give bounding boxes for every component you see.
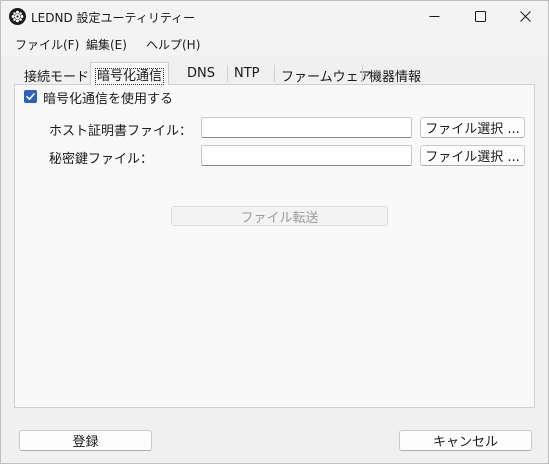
tab-encryption[interactable]: 暗号化通信 <box>90 62 170 85</box>
app-gear-icon <box>9 8 26 25</box>
tab-label: NTP <box>234 66 260 81</box>
checkmark-icon <box>26 93 35 100</box>
menu-help[interactable]: ヘルプ(H) <box>146 36 200 53</box>
host-cert-label: ホスト証明書ファイル： <box>49 124 193 139</box>
tab-connection-mode[interactable]: 接続モード <box>18 63 95 85</box>
tab-label: 暗号化通信 <box>94 68 165 85</box>
cancel-button[interactable]: キャンセル <box>399 430 532 451</box>
close-icon <box>519 11 531 22</box>
tab-label: 機器情報 <box>369 70 422 85</box>
tab-device-info[interactable]: 機器情報 <box>363 63 427 85</box>
secret-key-input[interactable] <box>201 145 412 166</box>
maximize-icon <box>474 11 486 22</box>
tab-label: ファームウェア <box>281 70 372 85</box>
minimize-icon <box>429 16 439 17</box>
maximize-button[interactable] <box>457 1 503 32</box>
secret-key-label: 秘密鍵ファイル： <box>49 152 154 167</box>
register-button[interactable]: 登録 <box>19 430 152 451</box>
minimize-button[interactable] <box>411 1 457 32</box>
file-transfer-button: ファイル転送 <box>171 206 388 226</box>
select-secret-key-button[interactable]: ファイル選択 ... <box>420 145 525 166</box>
tab-ntp[interactable]: NTP <box>228 63 266 83</box>
close-button[interactable] <box>502 1 548 32</box>
host-cert-input[interactable] <box>201 117 412 138</box>
menu-bar: ファイル(F) 編集(E) ヘルプ(H) <box>1 32 548 56</box>
app-window: LEDND 設定ユーティリティー ファイル(F) 編集(E) ヘルプ(H) 接続… <box>0 0 549 464</box>
menu-edit[interactable]: 編集(E) <box>86 36 127 53</box>
tab-dns[interactable]: DNS <box>181 63 221 83</box>
tab-label: DNS <box>187 66 215 81</box>
window-title: LEDND 設定ユーティリティー <box>31 11 196 25</box>
select-host-cert-button[interactable]: ファイル選択 ... <box>420 117 525 138</box>
title-bar[interactable]: LEDND 設定ユーティリティー <box>1 1 548 32</box>
enable-encryption-label[interactable]: 暗号化通信を使用する <box>43 88 173 107</box>
tab-label: 接続モード <box>24 70 90 85</box>
menu-file[interactable]: ファイル(F) <box>15 36 79 53</box>
enable-encryption-checkbox[interactable] <box>24 90 37 103</box>
